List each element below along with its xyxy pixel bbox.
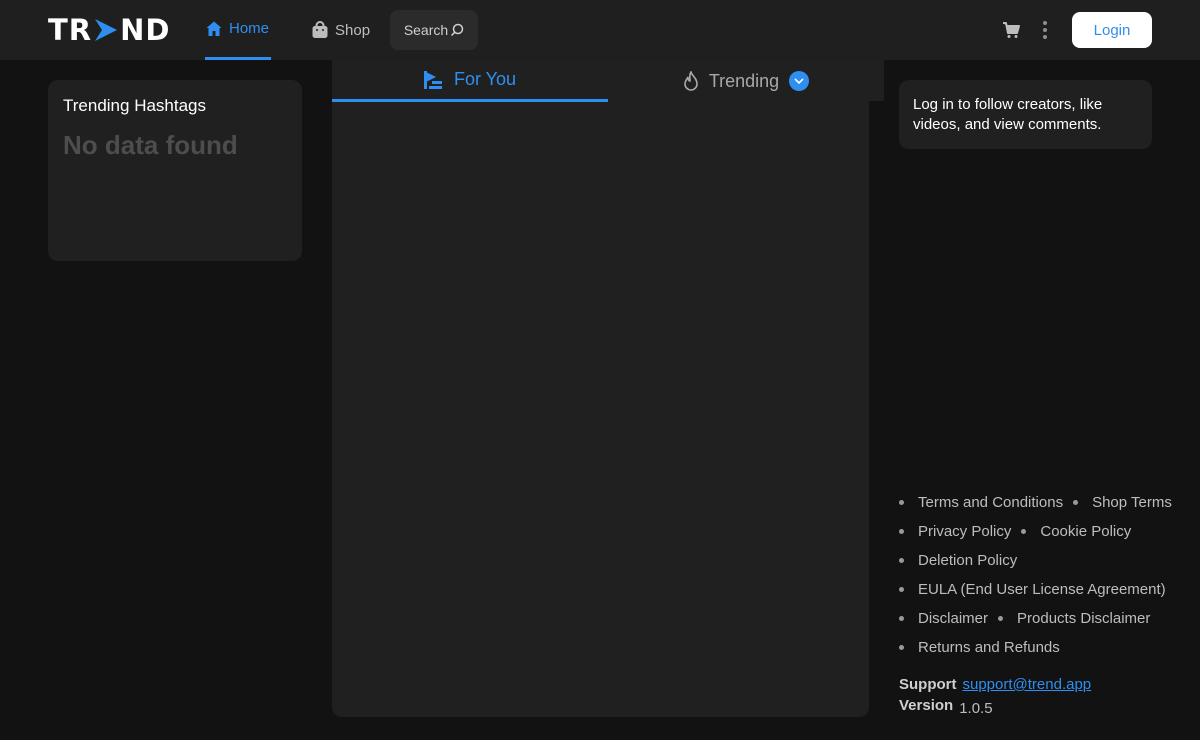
search-icon [451, 23, 464, 37]
footer-link-deletion[interactable]: Deletion Policy [899, 552, 1017, 569]
footer-row: Disclaimer Products Disclaimer [899, 604, 1189, 633]
empty-state-text: No data found [63, 130, 238, 160]
support-email-link[interactable]: support@trend.app [963, 676, 1092, 693]
bullet-icon [899, 587, 904, 592]
footer-row: Deletion Policy [899, 546, 1189, 575]
footer-row: Privacy Policy Cookie Policy [899, 517, 1189, 546]
nav-home[interactable]: Home [205, 0, 271, 60]
footer-link-label: Deletion Policy [918, 552, 1018, 569]
support-label: Support [899, 676, 957, 693]
nav-shop-label: Shop [335, 21, 371, 39]
bullet-icon [899, 529, 904, 534]
trend-logo[interactable]: TR ND [48, 13, 171, 47]
logo-text-right: ND [120, 13, 171, 47]
footer-row: Returns and Refunds [899, 633, 1189, 662]
trending-hashtags-card: Trending Hashtags No data found [48, 80, 302, 261]
footer-link-terms[interactable]: Terms and Conditions [899, 494, 1063, 511]
more-options-icon[interactable] [1041, 20, 1049, 40]
footer-link-label: Returns and Refunds [918, 639, 1060, 656]
for-you-icon [423, 70, 442, 89]
footer-link-cookie[interactable]: Cookie Policy [1021, 523, 1131, 540]
tab-for-you-label: For You [453, 69, 517, 89]
footer-link-shop-terms[interactable]: Shop Terms [1073, 494, 1172, 511]
bullet-icon [899, 616, 904, 621]
nav-shop[interactable]: Shop [311, 0, 370, 60]
footer-link-label: Terms and Conditions [918, 494, 1064, 511]
support-info: Support support@trend.app [899, 676, 1091, 693]
logo-play-icon [95, 19, 118, 41]
tab-trending[interactable]: Trending [608, 60, 884, 102]
bullet-icon [899, 645, 904, 650]
trending-hashtags-title: Trending Hashtags [63, 96, 207, 115]
footer-link-disclaimer[interactable]: Disclaimer [899, 610, 988, 627]
version-value: 1.0.5 [959, 700, 993, 717]
top-navbar: TR ND Home Shop Search Login [0, 0, 1200, 60]
login-prompt-card: Log in to follow creators, like videos, … [899, 80, 1152, 149]
footer-link-label: Disclaimer [918, 610, 989, 627]
version-info: Version 1.0.5 [899, 697, 993, 717]
bullet-icon [998, 616, 1004, 621]
bullet-icon [1021, 529, 1027, 534]
nav-home-label: Home [229, 20, 270, 37]
logo-text-left: TR [48, 13, 93, 47]
footer-link-privacy[interactable]: Privacy Policy [899, 523, 1011, 540]
search-button[interactable]: Search [390, 10, 478, 50]
footer-link-label: Cookie Policy [1040, 523, 1132, 540]
cart-icon[interactable] [1002, 21, 1020, 39]
tab-trending-label: Trending [708, 70, 780, 91]
bullet-icon [899, 500, 904, 505]
bullet-icon [899, 558, 904, 563]
home-icon [206, 21, 222, 36]
footer-link-label: Products Disclaimer [1017, 610, 1151, 627]
bullet-icon [1073, 500, 1079, 505]
footer-link-products-disclaimer[interactable]: Products Disclaimer [998, 610, 1150, 627]
login-button[interactable]: Login [1072, 12, 1152, 48]
trending-dropdown-toggle[interactable] [789, 71, 810, 91]
chevron-down-icon [794, 78, 804, 84]
flame-icon [684, 71, 698, 91]
footer-link-label: Privacy Policy [918, 523, 1012, 540]
tab-for-you[interactable]: For You [332, 60, 608, 102]
footer-row: Terms and Conditions Shop Terms [899, 488, 1189, 517]
version-label: Version [899, 697, 954, 714]
footer-row: EULA (End User License Agreement) [899, 575, 1189, 604]
footer-link-returns[interactable]: Returns and Refunds [899, 639, 1060, 656]
search-label: Search [403, 22, 449, 38]
feed-panel [332, 60, 869, 717]
footer-link-eula[interactable]: EULA (End User License Agreement) [899, 581, 1166, 598]
footer-links: Terms and Conditions Shop Terms Privacy … [899, 488, 1189, 662]
footer-link-label: Shop Terms [1092, 494, 1172, 511]
footer-link-label: EULA (End User License Agreement) [918, 581, 1166, 598]
shop-icon [312, 21, 328, 38]
